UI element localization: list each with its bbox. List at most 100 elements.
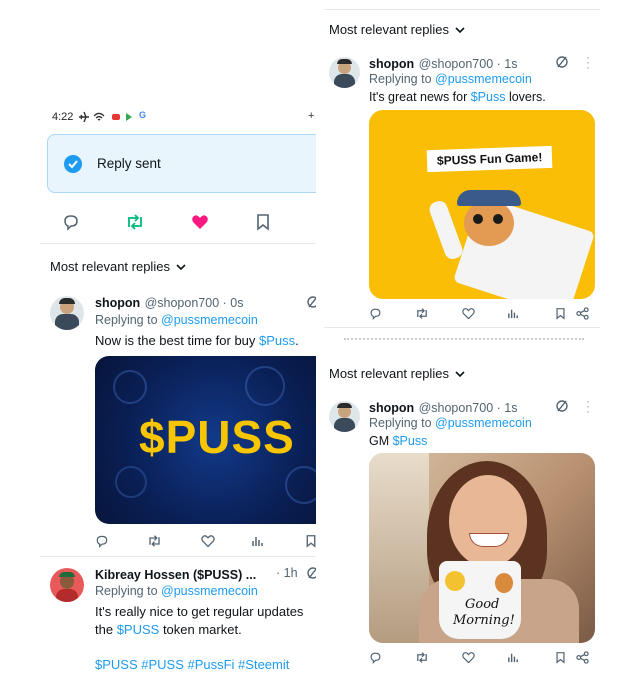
avatar[interactable] — [329, 57, 360, 88]
reply-text: It's great news for $Puss lovers. — [369, 90, 546, 104]
avatar[interactable] — [50, 296, 84, 330]
mug-text-line2: Morning! — [453, 613, 515, 628]
avatar[interactable] — [329, 401, 360, 432]
media-caption: $PUSS Fun Game! — [426, 145, 553, 173]
replying-to: Replying to @pussmemecoin — [369, 416, 532, 430]
replying-to: Replying to @pussmemecoin — [95, 313, 258, 327]
chevron-down-icon — [455, 370, 465, 377]
author-name[interactable]: shopon — [95, 296, 140, 310]
most-relevant-replies-dropdown[interactable]: Most relevant replies — [329, 22, 465, 37]
replying-prefix: Replying to — [95, 584, 162, 598]
text-part: lovers. — [505, 90, 546, 104]
wifi-icon — [93, 112, 105, 121]
views-icon[interactable] — [251, 534, 265, 548]
text-part: It's great news for — [369, 90, 471, 104]
grok-icon[interactable] — [306, 566, 316, 580]
left-screenshot-panel: 4:22 G + Reply sent Most relevant replie… — [40, 100, 316, 676]
section-header-label: Most relevant replies — [329, 22, 449, 37]
google-icon: G — [139, 110, 147, 120]
bookmark-icon[interactable] — [555, 651, 566, 664]
more-options-icon[interactable]: · · · — [586, 51, 590, 73]
grok-icon[interactable] — [306, 295, 316, 309]
text-part: Now is the best time for buy — [95, 333, 260, 348]
puss-media-image[interactable]: $PUSS — [95, 356, 316, 524]
divider — [40, 556, 316, 557]
author-name[interactable]: Kibreay Hossen ($PUSS) ... — [95, 568, 256, 582]
cashtag-link[interactable]: $Puss — [471, 90, 506, 104]
author-name[interactable]: shopon — [369, 57, 414, 71]
reply-sent-toast: Reply sent — [47, 134, 316, 193]
author-handle-time[interactable]: @shopon700 · 0s — [145, 296, 244, 310]
retweet-icon[interactable] — [147, 534, 162, 548]
divider — [40, 243, 316, 244]
like-icon[interactable] — [462, 307, 475, 320]
mug-text-line1: Good — [465, 597, 500, 612]
replying-prefix: Replying to — [95, 313, 162, 327]
author-handle-time[interactable]: · 1h — [276, 566, 298, 580]
replying-prefix: Replying to — [369, 416, 436, 430]
grok-icon[interactable] — [555, 55, 569, 69]
like-icon[interactable] — [201, 534, 215, 548]
like-icon[interactable] — [462, 651, 475, 664]
reply-icon[interactable] — [62, 213, 80, 231]
section-header-label: Most relevant replies — [329, 366, 449, 381]
cashtag-link[interactable]: $PUSS — [117, 622, 160, 637]
retweet-icon[interactable] — [415, 651, 429, 664]
section-header-label: Most relevant replies — [50, 259, 170, 274]
divider — [324, 327, 600, 328]
cashtag-link[interactable]: $Puss — [393, 434, 428, 448]
bookmark-icon[interactable] — [555, 307, 566, 320]
share-icon[interactable] — [576, 651, 589, 664]
hashtags[interactable]: $PUSS #PUSS #PussFi #Steemit — [95, 657, 289, 672]
reply-text-line1: It's really nice to get regular updates — [95, 604, 304, 619]
replying-to: Replying to @pussmemecoin — [95, 584, 258, 598]
like-icon-active[interactable] — [191, 213, 209, 231]
bookmark-icon[interactable] — [305, 534, 316, 548]
mug: Good Morning! — [439, 561, 521, 639]
media-headline: $PUSS — [139, 411, 295, 463]
avatar[interactable] — [50, 568, 84, 602]
author-handle-time[interactable]: @shopon700 · 1s — [419, 57, 518, 71]
reply-icon[interactable] — [95, 534, 109, 548]
views-icon[interactable] — [507, 307, 520, 320]
more-options-icon[interactable]: · · · — [586, 395, 590, 417]
fun-game-media-image[interactable]: $PUSS Fun Game! — [369, 110, 595, 299]
mention-link[interactable]: @pussmemecoin — [161, 584, 258, 598]
right-bottom-screenshot-panel: Most relevant replies shopon @shopon700 … — [324, 352, 600, 676]
share-icon[interactable] — [576, 307, 589, 320]
youtube-icon — [112, 114, 120, 120]
text-part: . — [295, 333, 299, 348]
reply-author-row: shopon @shopon700 · 1s — [369, 399, 517, 417]
mention-link[interactable]: @pussmemecoin — [435, 72, 532, 86]
airplane-icon — [79, 111, 89, 123]
reply-icon[interactable] — [369, 651, 382, 664]
author-handle-time[interactable]: @shopon700 · 1s — [419, 401, 518, 415]
grok-icon[interactable] — [555, 399, 569, 413]
reply-author-row: shopon @shopon700 · 0s — [95, 294, 243, 312]
text-part: token market. — [159, 622, 242, 637]
clipped-icon-row — [344, 338, 584, 343]
mention-link[interactable]: @pussmemecoin — [435, 416, 532, 430]
cashtag-link[interactable]: $Puss — [259, 333, 295, 348]
good-morning-media-image[interactable]: Good Morning! — [369, 453, 595, 643]
status-right-icon: + — [308, 110, 315, 122]
reply-author-row: Kibreay Hossen ($PUSS) ... — [95, 566, 256, 584]
chevron-down-icon — [455, 26, 465, 33]
check-circle-icon — [64, 155, 82, 173]
right-top-screenshot-panel: Most relevant replies shopon @shopon700 … — [324, 0, 600, 345]
chevron-down-icon — [176, 263, 186, 270]
most-relevant-replies-dropdown[interactable]: Most relevant replies — [329, 366, 465, 381]
mention-link[interactable]: @pussmemecoin — [161, 313, 258, 327]
retweet-icon[interactable] — [415, 307, 429, 320]
most-relevant-replies-dropdown[interactable]: Most relevant replies — [50, 259, 186, 274]
bookmark-icon[interactable] — [255, 213, 271, 231]
reply-text: GM $Puss — [369, 434, 427, 448]
reply-author-row: shopon @shopon700 · 1s — [369, 55, 517, 73]
views-icon[interactable] — [507, 651, 520, 664]
text-part: the — [95, 622, 117, 637]
author-name[interactable]: shopon — [369, 401, 414, 415]
divider — [324, 9, 600, 10]
toast-text: Reply sent — [97, 156, 161, 171]
retweet-icon-active[interactable] — [125, 213, 145, 231]
reply-icon[interactable] — [369, 307, 382, 320]
